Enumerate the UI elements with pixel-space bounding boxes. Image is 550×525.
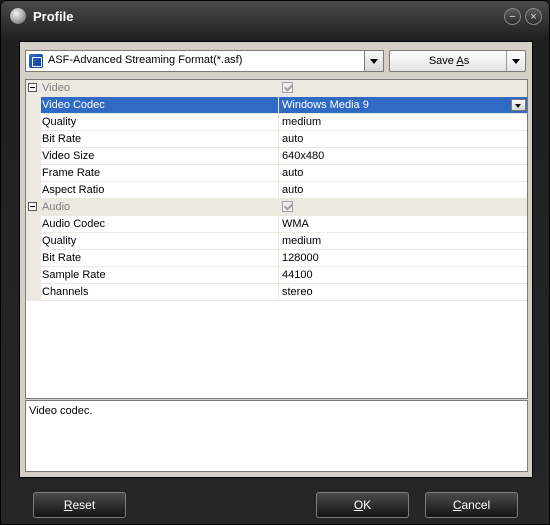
property-value[interactable]: Windows Media 9 xyxy=(278,97,527,113)
property-row[interactable]: Video Size 640x480 xyxy=(26,148,527,165)
description-panel: Video codec. xyxy=(25,400,528,472)
property-row[interactable]: Frame Rate auto xyxy=(26,165,527,182)
property-name: Video Codec xyxy=(41,97,278,113)
property-value[interactable]: medium xyxy=(278,114,527,130)
minimize-icon[interactable]: − xyxy=(504,8,521,25)
title-bar[interactable]: Profile − × xyxy=(1,1,549,33)
collapse-audio-icon[interactable] xyxy=(28,202,37,211)
property-name: Audio Codec xyxy=(42,218,105,230)
ok-button[interactable]: OK xyxy=(316,492,409,518)
app-icon xyxy=(10,8,26,24)
property-name: Quality xyxy=(42,235,77,247)
property-row[interactable]: Quality medium xyxy=(26,114,527,131)
format-select[interactable]: ASF-Advanced Streaming Format(*.asf) xyxy=(25,50,384,72)
close-icon[interactable]: × xyxy=(525,8,542,25)
property-value[interactable]: 128000 xyxy=(278,250,527,266)
cancel-button[interactable]: Cancel xyxy=(425,492,518,518)
property-row-video-codec[interactable]: Video Codec Windows Media 9 xyxy=(26,97,527,114)
property-value[interactable]: auto xyxy=(278,165,527,181)
profile-window: Profile − × ASF-Advanced Streaming Forma… xyxy=(0,0,550,525)
save-as-dropdown-icon[interactable] xyxy=(506,51,525,71)
category-label: Audio xyxy=(42,201,71,213)
save-as-label: Save As xyxy=(428,55,470,67)
property-row[interactable]: Channels stereo xyxy=(26,284,527,301)
property-name: Frame Rate xyxy=(42,167,101,179)
property-row[interactable]: Audio Codec WMA xyxy=(26,216,527,233)
property-name: Quality xyxy=(42,116,77,128)
property-value[interactable]: 640x480 xyxy=(278,148,527,164)
property-value[interactable]: stereo xyxy=(278,284,527,300)
category-video[interactable]: Video xyxy=(26,80,527,97)
property-name: Aspect Ratio xyxy=(42,184,105,196)
save-as-button[interactable]: Save As xyxy=(389,50,526,72)
category-label: Video xyxy=(42,82,70,94)
property-value[interactable]: WMA xyxy=(278,216,527,232)
property-name: Bit Rate xyxy=(42,252,82,264)
profile-panel: ASF-Advanced Streaming Format(*.asf) Sav… xyxy=(19,41,533,478)
property-row[interactable]: Bit Rate auto xyxy=(26,131,527,148)
property-value[interactable]: auto xyxy=(278,182,527,198)
category-audio[interactable]: Audio xyxy=(26,199,527,216)
description-text: Video codec. xyxy=(29,405,93,417)
property-value[interactable]: auto xyxy=(278,131,527,147)
property-row[interactable]: Bit Rate 128000 xyxy=(26,250,527,267)
property-row[interactable]: Quality medium xyxy=(26,233,527,250)
window-title: Profile xyxy=(33,9,74,24)
property-row[interactable]: Aspect Ratio auto xyxy=(26,182,527,199)
property-row[interactable]: Sample Rate 44100 xyxy=(26,267,527,284)
property-value[interactable]: medium xyxy=(278,233,527,249)
property-name: Channels xyxy=(42,286,89,298)
collapse-video-icon[interactable] xyxy=(28,83,37,92)
video-enabled-checkbox[interactable] xyxy=(282,82,293,93)
property-name: Sample Rate xyxy=(42,269,106,281)
asf-format-icon xyxy=(29,54,43,68)
chevron-down-icon[interactable] xyxy=(511,99,526,111)
property-name: Bit Rate xyxy=(42,133,82,145)
format-dropdown-icon[interactable] xyxy=(364,51,383,71)
property-grid: Video Video Codec Windows Media 9 Qualit… xyxy=(25,79,528,399)
audio-enabled-checkbox[interactable] xyxy=(282,201,293,212)
reset-button[interactable]: Reset xyxy=(33,492,126,518)
property-value[interactable]: 44100 xyxy=(278,267,527,283)
property-name: Video Size xyxy=(42,150,95,162)
format-select-value: ASF-Advanced Streaming Format(*.asf) xyxy=(48,54,243,66)
